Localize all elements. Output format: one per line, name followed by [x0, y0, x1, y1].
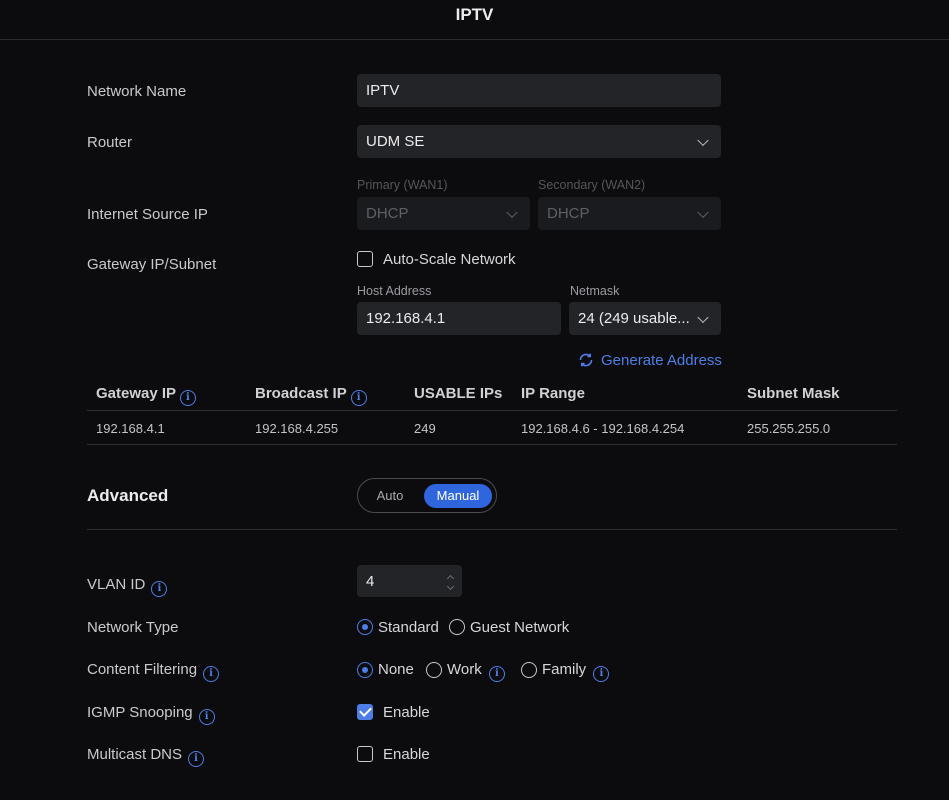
multicast-dns-label: Multicast DNS i	[87, 746, 205, 767]
router-value: UDM SE	[366, 133, 425, 150]
table-header-gateway-ip: Gateway IP i	[96, 385, 196, 406]
vlan-id-label: VLAN ID i	[87, 576, 168, 597]
info-icon[interactable]: i	[188, 751, 205, 767]
gateway-subnet-label: Gateway IP/Subnet	[87, 256, 217, 273]
primary-wan-value: DHCP	[366, 205, 409, 222]
table-cell-ip-range: 192.168.4.6 - 192.168.4.254	[521, 421, 685, 436]
info-icon[interactable]: i	[488, 666, 505, 682]
netmask-select[interactable]: 24 (249 usable...	[569, 302, 721, 335]
chevron-down-icon	[697, 134, 709, 146]
chevron-down-icon[interactable]	[446, 582, 455, 591]
radio-family-label: Family i	[542, 661, 610, 682]
table-header-broadcast-ip: Broadcast IP i	[255, 385, 367, 406]
info-icon[interactable]: i	[350, 390, 367, 406]
igmp-snooping-option: Enable	[383, 704, 430, 721]
refresh-icon	[579, 353, 593, 367]
advanced-title: Advanced	[87, 486, 169, 505]
primary-wan-label: Primary (WAN1)	[357, 178, 448, 192]
info-icon[interactable]: i	[179, 390, 196, 406]
toggle-auto[interactable]: Auto	[364, 484, 416, 508]
host-address-label: Host Address	[357, 284, 432, 298]
chevron-up-icon[interactable]	[446, 574, 455, 583]
primary-wan-select: DHCP	[357, 197, 530, 230]
divider	[87, 529, 897, 530]
auto-scale-checkbox[interactable]	[357, 251, 373, 267]
network-name-value: IPTV	[366, 82, 400, 99]
radio-standard-label: Standard	[378, 619, 439, 636]
advanced-mode-toggle: Auto Manual	[357, 478, 497, 513]
radio-standard[interactable]	[357, 619, 373, 635]
network-name-label: Network Name	[87, 83, 187, 100]
router-select[interactable]: UDM SE	[357, 125, 721, 158]
toggle-manual[interactable]: Manual	[424, 484, 492, 508]
chevron-down-icon	[697, 206, 709, 218]
table-header-usable-ips: USABLE IPs	[414, 385, 503, 402]
generate-address-label: Generate Address	[601, 351, 722, 369]
table-cell-usable-ips: 249	[414, 421, 436, 436]
info-icon[interactable]: i	[593, 666, 610, 682]
host-address-value: 192.168.4.1	[366, 310, 446, 327]
router-label: Router	[87, 134, 133, 151]
table-cell-subnet-mask: 255.255.255.0	[747, 421, 831, 436]
generate-address-button[interactable]: Generate Address	[577, 351, 722, 369]
radio-guest-network-label: Guest Network	[470, 619, 570, 636]
secondary-wan-value: DHCP	[547, 205, 590, 222]
page-title: IPTV	[0, 0, 949, 40]
divider	[87, 444, 897, 445]
internet-source-label: Internet Source IP	[87, 206, 208, 223]
table-cell-gateway-ip: 192.168.4.1	[96, 421, 165, 436]
secondary-wan-label: Secondary (WAN2)	[538, 178, 646, 192]
table-cell-broadcast-ip: 192.168.4.255	[255, 421, 339, 436]
network-name-input[interactable]: IPTV	[357, 74, 721, 107]
netmask-value: 24 (249 usable...	[578, 310, 690, 327]
table-header-ip-range: IP Range	[521, 385, 585, 402]
multicast-dns-option: Enable	[383, 746, 430, 763]
info-icon[interactable]: i	[203, 666, 220, 682]
multicast-dns-checkbox[interactable]	[357, 746, 373, 762]
table-header-subnet-mask: Subnet Mask	[747, 385, 840, 402]
netmask-label: Netmask	[570, 284, 620, 298]
radio-guest-network[interactable]	[449, 619, 465, 635]
network-type-label: Network Type	[87, 619, 179, 636]
chevron-down-icon	[697, 311, 709, 323]
radio-none-label: None	[378, 661, 414, 678]
radio-work[interactable]	[426, 662, 442, 678]
auto-scale-label: Auto-Scale Network	[383, 251, 516, 268]
igmp-snooping-checkbox[interactable]	[357, 704, 373, 720]
radio-family[interactable]	[521, 662, 537, 678]
secondary-wan-select: DHCP	[538, 197, 721, 230]
info-icon[interactable]: i	[151, 581, 168, 597]
divider	[87, 410, 897, 411]
host-address-input[interactable]: 192.168.4.1	[357, 302, 561, 335]
chevron-down-icon	[506, 206, 518, 218]
vlan-id-value: 4	[366, 572, 375, 590]
vlan-id-stepper[interactable]: 4	[357, 565, 462, 597]
content-filtering-label: Content Filtering i	[87, 661, 220, 682]
radio-none[interactable]	[357, 662, 373, 678]
radio-work-label: Work i	[447, 661, 505, 682]
info-icon[interactable]: i	[198, 709, 215, 725]
igmp-snooping-label: IGMP Snooping i	[87, 704, 215, 725]
